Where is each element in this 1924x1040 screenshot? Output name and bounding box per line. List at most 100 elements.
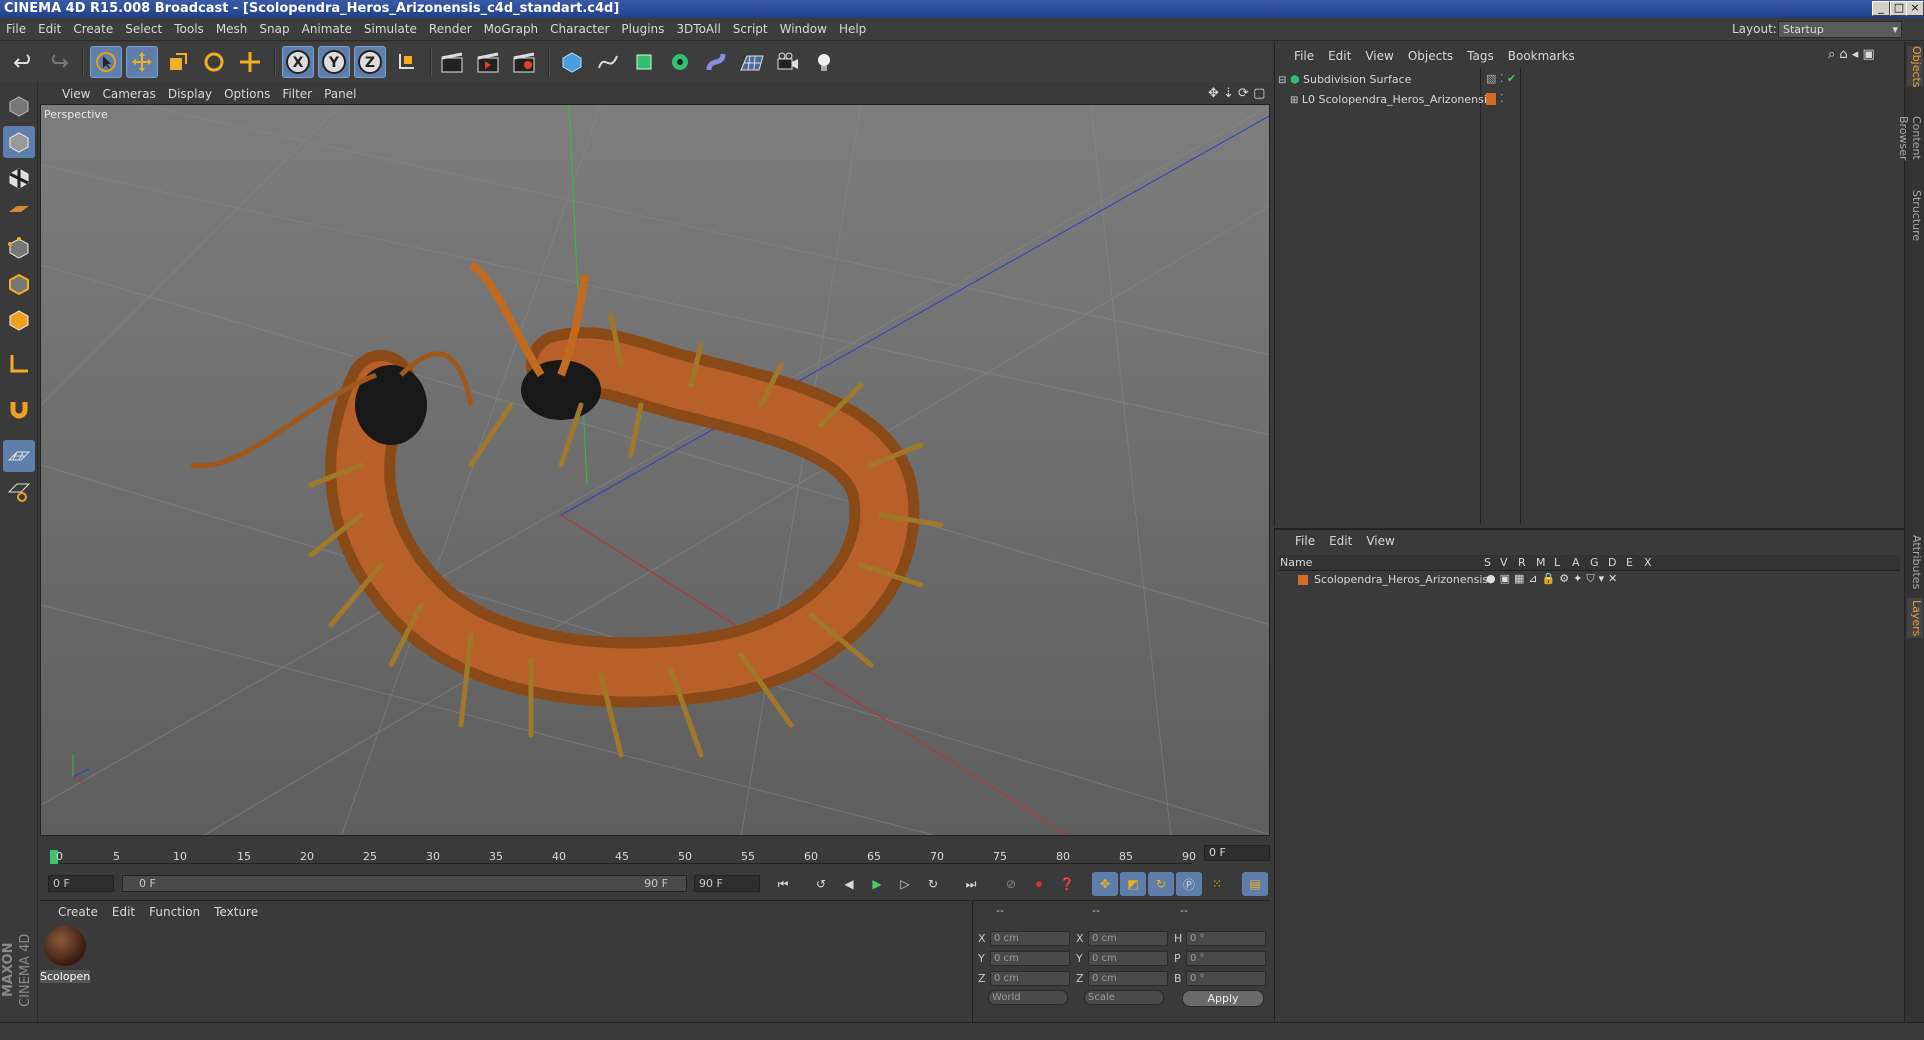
render-to-picture-viewer-button[interactable] <box>472 46 504 78</box>
apply-button[interactable]: Apply <box>1182 990 1264 1007</box>
object-menu-bookmarks[interactable]: Bookmarks <box>1501 46 1582 66</box>
previous-frame-button[interactable]: ◀ <box>836 872 862 896</box>
menu-animate[interactable]: Animate <box>296 18 358 41</box>
model-mode-button[interactable] <box>3 126 35 158</box>
layer-menu-view[interactable]: View <box>1359 530 1401 552</box>
tab-objects[interactable]: Objects <box>1907 46 1923 88</box>
viewport-menu-display[interactable]: Display <box>162 84 218 104</box>
expand-icon[interactable]: ⊞ <box>1290 95 1298 106</box>
viewport-menu-options[interactable]: Options <box>218 84 276 104</box>
play-button[interactable]: ▶ <box>864 872 890 896</box>
layer-menu-edit[interactable]: Edit <box>1322 530 1359 552</box>
position-x-field[interactable]: 0 cm <box>990 931 1070 946</box>
add-camera-button[interactable] <box>772 46 804 78</box>
size-z-field[interactable]: 0 cm <box>1088 971 1168 986</box>
add-environment-button[interactable] <box>736 46 768 78</box>
snap-button[interactable] <box>3 394 35 426</box>
key-pla-button[interactable]: ⁙ <box>1204 872 1230 896</box>
coordinate-space-select[interactable]: World <box>988 990 1068 1005</box>
frame-range-slider[interactable]: 0 F 90 F <box>122 875 687 892</box>
3d-viewport[interactable] <box>40 104 1270 836</box>
material-menu-texture[interactable]: Texture <box>207 901 265 923</box>
current-frame-field[interactable]: 0 F <box>1204 845 1270 861</box>
menu-file[interactable]: File <box>0 18 32 41</box>
add-cube-button[interactable] <box>556 46 588 78</box>
next-frame-button[interactable]: ▷ <box>892 872 918 896</box>
key-rotation-button[interactable]: ↻ <box>1148 872 1174 896</box>
object-row-subdivision-surface[interactable]: ⊟ ⬢ Subdivision Surface <box>1278 71 1411 89</box>
x-axis-lock-button[interactable]: X <box>282 46 314 78</box>
material-menu-create[interactable]: Create <box>40 901 105 923</box>
layer-color-icon[interactable] <box>1486 93 1496 105</box>
layer-toggle-icons[interactable]: ●▣▦⊿🔒⚙✦⛉▾✕ <box>1486 572 1621 586</box>
autokey-button[interactable]: ⏺ <box>1026 872 1052 896</box>
material-menu-function[interactable]: Function <box>142 901 207 923</box>
rotation-b-field[interactable]: 0 ° <box>1186 971 1266 986</box>
edges-mode-button[interactable] <box>3 268 35 300</box>
keyframe-selection-button[interactable]: ❓ <box>1054 872 1080 896</box>
object-tag-icon[interactable]: ▧ ⁚ ✔ <box>1486 72 1516 85</box>
menu-window[interactable]: Window <box>774 18 833 41</box>
render-view-button[interactable] <box>436 46 468 78</box>
axis-mode-button[interactable] <box>3 348 35 380</box>
object-row-scolopendra[interactable]: ⊞ L0 Scolopendra_Heros_Arizonensis <box>1290 91 1493 109</box>
go-to-start-button[interactable]: ⏮ <box>770 872 796 896</box>
size-x-field[interactable]: 0 cm <box>1088 931 1168 946</box>
add-light-button[interactable] <box>808 46 840 78</box>
object-menu-tags[interactable]: Tags <box>1460 46 1501 66</box>
add-mograph-button[interactable] <box>664 46 696 78</box>
position-z-field[interactable]: 0 cm <box>990 971 1070 986</box>
undo-button[interactable] <box>8 46 40 78</box>
viewport-menu-panel[interactable]: Panel <box>318 84 362 104</box>
go-to-end-button[interactable]: ⏭ <box>958 872 984 896</box>
size-y-field[interactable]: 0 cm <box>1088 951 1168 966</box>
material-thumbnail[interactable] <box>44 926 86 966</box>
rotate-tool-button[interactable] <box>198 46 230 78</box>
transform-mode-select[interactable]: Scale <box>1084 990 1164 1005</box>
menu-mograph[interactable]: MoGraph <box>478 18 545 41</box>
object-search-icons[interactable]: ⌕ ⌂ ◂ ▣ <box>1828 47 1875 62</box>
coordinate-system-button[interactable] <box>390 46 422 78</box>
live-selection-button[interactable] <box>90 46 122 78</box>
object-menu-edit[interactable]: Edit <box>1321 46 1358 66</box>
material-menu-edit[interactable]: Edit <box>105 901 142 923</box>
timeline-ruler[interactable]: 0 5 10 15 20 25 30 35 40 45 50 55 60 65 … <box>50 850 1196 864</box>
menu-character[interactable]: Character <box>544 18 615 41</box>
viewport-menu-cameras[interactable]: Cameras <box>96 84 161 104</box>
object-menu-view[interactable]: View <box>1358 46 1400 66</box>
rotation-p-field[interactable]: 0 ° <box>1186 951 1266 966</box>
menu-simulate[interactable]: Simulate <box>358 18 423 41</box>
collapse-icon[interactable]: ⊟ <box>1278 75 1286 86</box>
scale-tool-button[interactable] <box>162 46 194 78</box>
previous-key-button[interactable]: ↺ <box>808 872 834 896</box>
end-frame-field[interactable]: 90 F <box>694 875 760 892</box>
tab-layers[interactable]: Layers <box>1907 598 1923 638</box>
y-axis-lock-button[interactable]: Y <box>318 46 350 78</box>
texture-mode-button[interactable] <box>3 162 35 194</box>
menu-tools[interactable]: Tools <box>168 18 210 41</box>
tab-structure[interactable]: Structure <box>1907 190 1923 242</box>
menu-3dtoall[interactable]: 3DToAll <box>670 18 726 41</box>
viewport-nav-icons[interactable]: ✥ ⇣ ⟳ ▢ <box>1208 86 1265 101</box>
object-menu-objects[interactable]: Objects <box>1401 46 1460 66</box>
layer-color-swatch[interactable] <box>1298 575 1308 585</box>
workplane-rotate-button[interactable] <box>3 476 35 508</box>
menu-help[interactable]: Help <box>833 18 872 41</box>
menu-plugins[interactable]: Plugins <box>615 18 670 41</box>
object-menu-file[interactable]: File <box>1274 46 1321 66</box>
rotation-h-field[interactable]: 0 ° <box>1186 931 1266 946</box>
add-generator-button[interactable] <box>628 46 660 78</box>
start-frame-field[interactable]: 0 F <box>48 875 114 892</box>
add-deformer-button[interactable] <box>700 46 732 78</box>
polygons-mode-button[interactable] <box>3 304 35 336</box>
layer-row[interactable]: Scolopendra_Heros_Arizonensis <box>1288 571 1488 589</box>
visibility-dots-icon[interactable]: ⁚ <box>1500 92 1504 105</box>
viewport-menu-filter[interactable]: Filter <box>276 84 318 104</box>
make-editable-button[interactable] <box>3 90 35 122</box>
workplane-lock-button[interactable] <box>3 440 35 472</box>
redo-button[interactable] <box>42 46 74 78</box>
position-y-field[interactable]: 0 cm <box>990 951 1070 966</box>
minimize-button[interactable]: _ <box>1872 1 1890 16</box>
layer-menu-file[interactable]: File <box>1275 530 1322 552</box>
add-spline-button[interactable] <box>592 46 624 78</box>
